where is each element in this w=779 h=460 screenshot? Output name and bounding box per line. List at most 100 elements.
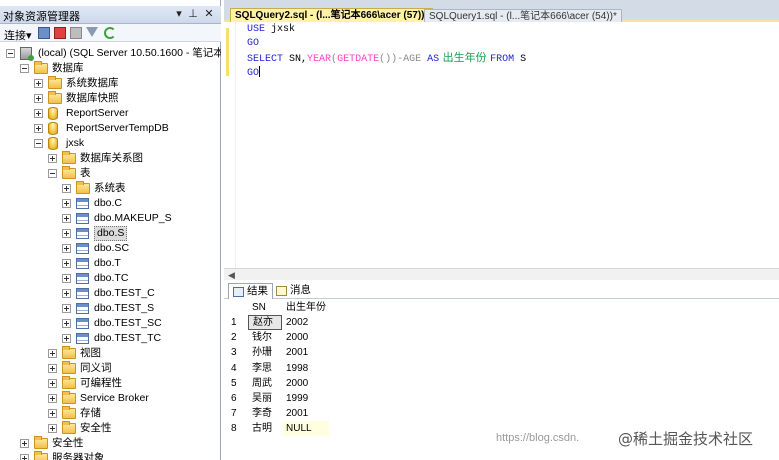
collapse-icon[interactable]	[34, 139, 43, 148]
tree-item[interactable]: dbo.TEST_S	[0, 301, 221, 316]
tree-item[interactable]: 服务器对象	[0, 451, 221, 460]
cell-sn[interactable]: 李思	[248, 361, 282, 376]
query-editor[interactable]: USE jxsk GO SELECT SN,YEAR(GETDATE())-AG…	[224, 22, 779, 268]
cell-birth-year[interactable]: 2000	[283, 330, 329, 345]
tree-item[interactable]: 同义词	[0, 361, 221, 376]
tree-item[interactable]: 视图	[0, 346, 221, 361]
expand-icon[interactable]	[48, 349, 57, 358]
row-number[interactable]: 2	[228, 330, 246, 346]
tree-item[interactable]: dbo.T	[0, 256, 221, 271]
expand-icon[interactable]	[34, 124, 43, 133]
expand-icon[interactable]	[48, 424, 57, 433]
tree-item[interactable]: (local) (SQL Server 10.50.1600 - 笔记本666\	[0, 46, 221, 61]
expand-icon[interactable]	[48, 154, 57, 163]
expand-icon[interactable]	[48, 394, 57, 403]
tab-sqlquery1[interactable]: SQLQuery1.sql - (l...笔记本666\acer (54))*	[424, 9, 622, 22]
expand-icon[interactable]	[62, 334, 71, 343]
close-icon[interactable]: ✕	[202, 7, 216, 22]
expand-icon[interactable]	[62, 274, 71, 283]
tree-item[interactable]: dbo.SC	[0, 241, 221, 256]
cell-sn[interactable]: 周武	[248, 376, 282, 391]
cell-birth-year[interactable]: NULL	[283, 421, 329, 437]
connect-button[interactable]: 连接▾	[4, 27, 32, 43]
tree-item[interactable]: 可编程性	[0, 376, 221, 391]
tree-item-label: 可编程性	[80, 377, 122, 389]
row-number[interactable]: 7	[228, 406, 246, 422]
collapse-icon[interactable]	[6, 49, 15, 58]
expand-icon[interactable]	[34, 109, 43, 118]
column-header[interactable]: 出生年份	[283, 300, 329, 315]
tree-item[interactable]: 数据库	[0, 61, 221, 76]
row-number[interactable]: 8	[228, 421, 246, 437]
editor-horizontal-scrollbar[interactable]: ◀	[224, 268, 779, 280]
expand-icon[interactable]	[62, 289, 71, 298]
tree-item[interactable]: 安全性	[0, 421, 221, 436]
scroll-left-icon[interactable]: ◀	[228, 270, 235, 281]
refresh-icon[interactable]	[104, 27, 116, 39]
disconnect-icon[interactable]	[54, 27, 66, 39]
tree-item[interactable]: 表	[0, 166, 221, 181]
expand-icon[interactable]	[20, 439, 29, 448]
connect-icon[interactable]	[38, 27, 50, 39]
pin-icon[interactable]: ⊥	[186, 7, 200, 22]
column-header[interactable]: SN	[248, 300, 282, 315]
tree-item[interactable]: jxsk	[0, 136, 221, 151]
tree-item[interactable]: dbo.S	[0, 226, 221, 241]
tree-item[interactable]: 系统表	[0, 181, 221, 196]
tree-item[interactable]: dbo.TEST_TC	[0, 331, 221, 346]
row-number[interactable]: 1	[228, 315, 246, 330]
collapse-icon[interactable]	[48, 169, 57, 178]
tab-results[interactable]: 结果	[228, 283, 273, 299]
cell-sn[interactable]: 古明	[248, 421, 282, 436]
tree-item[interactable]: dbo.TEST_SC	[0, 316, 221, 331]
expand-icon[interactable]	[20, 454, 29, 460]
collapse-icon[interactable]	[20, 64, 29, 73]
expand-icon[interactable]	[48, 379, 57, 388]
expand-icon[interactable]	[62, 214, 71, 223]
cell-sn[interactable]: 孙珊	[248, 345, 282, 360]
tree-item[interactable]: ReportServerTempDB	[0, 121, 221, 136]
tree-item[interactable]: dbo.TEST_C	[0, 286, 221, 301]
cell-sn[interactable]: 赵亦	[248, 315, 282, 330]
cell-birth-year[interactable]: 2002	[283, 315, 329, 330]
tab-messages[interactable]: 消息	[272, 283, 315, 299]
dropdown-icon[interactable]: ▾	[172, 7, 186, 22]
expand-icon[interactable]	[48, 364, 57, 373]
tree-item[interactable]: dbo.C	[0, 196, 221, 211]
tree-item[interactable]: ReportServer	[0, 106, 221, 121]
tree-item[interactable]: 系统数据库	[0, 76, 221, 91]
tree-item[interactable]: Service Broker	[0, 391, 221, 406]
expand-icon[interactable]	[34, 79, 43, 88]
expand-icon[interactable]	[62, 229, 71, 238]
expand-icon[interactable]	[62, 184, 71, 193]
expand-icon[interactable]	[62, 244, 71, 253]
row-number[interactable]: 4	[228, 360, 246, 376]
tree-item[interactable]: 存储	[0, 406, 221, 421]
expand-icon[interactable]	[62, 259, 71, 268]
cell-sn[interactable]: 钱尔	[248, 330, 282, 345]
tree-item[interactable]: 数据库快照	[0, 91, 221, 106]
folder-icon	[76, 181, 90, 194]
tree-item[interactable]: dbo.MAKEUP_S	[0, 211, 221, 226]
cell-sn[interactable]: 吴丽	[248, 391, 282, 406]
tree-item[interactable]: dbo.TC	[0, 271, 221, 286]
cell-birth-year[interactable]: 1998	[283, 361, 329, 376]
expand-icon[interactable]	[34, 94, 43, 103]
cell-birth-year[interactable]: 1999	[283, 391, 329, 406]
cell-birth-year[interactable]: 2000	[283, 376, 329, 391]
tab-sqlquery2[interactable]: SQLQuery2.sql - (l...笔记本666\acer (57))*	[230, 8, 434, 22]
expand-icon[interactable]	[62, 199, 71, 208]
stop-icon[interactable]	[70, 27, 82, 39]
expand-icon[interactable]	[48, 409, 57, 418]
expand-icon[interactable]	[62, 319, 71, 328]
filter-icon[interactable]	[86, 27, 98, 37]
row-number[interactable]: 6	[228, 391, 246, 406]
row-number[interactable]: 5	[228, 375, 246, 391]
tree-item[interactable]: 数据库关系图	[0, 151, 221, 166]
tree-item[interactable]: 安全性	[0, 436, 221, 451]
cell-birth-year[interactable]: 2001	[283, 406, 329, 421]
cell-sn[interactable]: 李奇	[248, 406, 282, 421]
row-number[interactable]: 3	[228, 345, 246, 361]
cell-birth-year[interactable]: 2001	[283, 345, 329, 360]
expand-icon[interactable]	[62, 304, 71, 313]
